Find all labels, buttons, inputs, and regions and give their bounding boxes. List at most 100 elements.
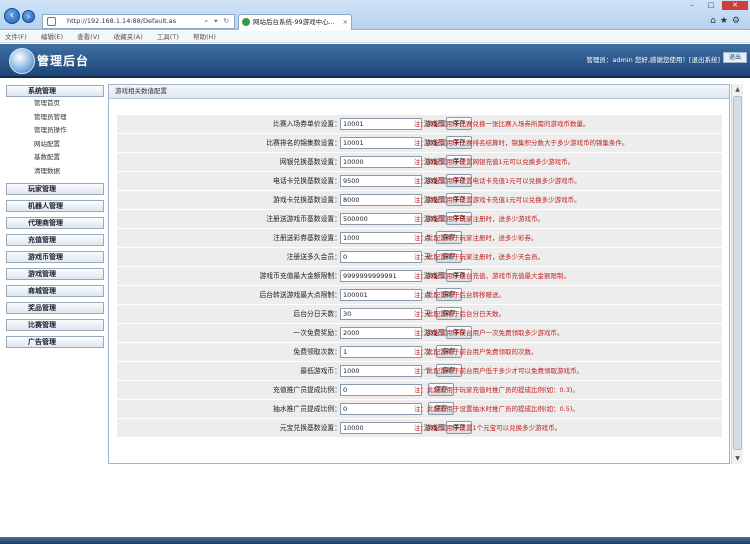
forward-arrow-icon[interactable]: › (22, 10, 35, 23)
config-note: 注：此配置用于设置游戏卡充值1元可以兑换多少游戏币。 (414, 196, 581, 204)
browser-tab[interactable]: 网站后台系统-99游戏中心... × (238, 14, 352, 30)
sidebar-group-system[interactable]: 系统管理 (6, 85, 104, 97)
sidebar-group-ads[interactable]: 广告管理 (6, 336, 104, 348)
config-note: 注：此配置用于比赛兑换一张比赛入场券所需的游戏币数量。 (414, 120, 590, 128)
config-value-input[interactable] (340, 289, 422, 301)
maximize-icon[interactable]: □ (702, 1, 720, 10)
config-row: 注册送多久会员：天保存注：此配置用于玩家注册时，送多少天会员。 (117, 248, 722, 267)
sidebar-group-prizes[interactable]: 奖品管理 (6, 302, 104, 314)
sidebar-group-coins[interactable]: 游戏币管理 (6, 251, 104, 263)
config-note: 注：此配置用于前台用户一次免费领取多少游戏币。 (414, 329, 564, 337)
sidebar-item-home[interactable]: 管理首页 (34, 97, 106, 111)
config-note: 注：此配置用于玩家充值时推广员的提成比例(如：0.3)。 (414, 386, 579, 394)
config-value-input[interactable] (340, 327, 422, 339)
address-bar[interactable]: http://192.168.1.14:88/Default.as ⌕ ▾ ↻ (42, 14, 235, 29)
config-note: 注：此配置用于比赛排名结算时，锦集积分数大于多少游戏币的锦集条件。 (414, 139, 629, 147)
config-value-input[interactable] (340, 232, 422, 244)
sidebar-item-base-config[interactable]: 基数配置 (34, 151, 106, 165)
logout-button[interactable]: 退出 (723, 52, 747, 63)
sidebar-item-clean-data[interactable]: 清理数据 (34, 165, 106, 179)
config-value-input[interactable] (340, 365, 422, 377)
panel-title: 游戏相关数值配置 (109, 85, 729, 99)
config-value-input[interactable] (340, 213, 422, 225)
config-value-input[interactable] (340, 137, 422, 149)
config-note: 注：此配置用于前台用户低于多少才可以免费领取游戏币。 (414, 367, 583, 375)
config-value-input[interactable] (340, 156, 422, 168)
sidebar-group-games[interactable]: 游戏管理 (6, 268, 104, 280)
config-value-input[interactable] (340, 251, 422, 263)
tab-favicon-icon (242, 18, 250, 26)
config-note: 注：此配置用于设置1个元宝可以兑换多少游戏币。 (414, 424, 562, 432)
config-rows: 比赛入场券单价设置：游戏币保存注：此配置用于比赛兑换一张比赛入场券所需的游戏币数… (117, 115, 722, 438)
config-label: 抽水推广员提成比例： (273, 405, 341, 413)
sidebar-group-matches[interactable]: 比赛管理 (6, 319, 104, 331)
config-label: 比赛入场券单价设置： (273, 120, 341, 128)
config-label: 比赛排名的锦集数设置： (266, 139, 341, 147)
sidebar-group-agents[interactable]: 代理商管理 (6, 217, 104, 229)
config-note: 注：此配置用于玩家注册时，送多少游戏币。 (414, 215, 544, 223)
config-row: 比赛入场券单价设置：游戏币保存注：此配置用于比赛兑换一张比赛入场券所需的游戏币数… (117, 115, 722, 134)
config-label: 后台转送游戏最大点限制： (259, 291, 341, 299)
close-icon[interactable]: ✕ (722, 1, 748, 10)
scrollbar-thumb[interactable] (733, 96, 742, 450)
config-note: 注：此配置用于玩家注册时，送多少天会员。 (414, 253, 544, 261)
taskbar (0, 537, 750, 544)
config-label: 注册送游戏币基数设置： (266, 215, 341, 223)
search-refresh-icon[interactable]: ⌕ ▾ ↻ (205, 15, 231, 28)
config-label: 充值推广员提成比例： (273, 386, 341, 394)
config-value-input[interactable] (340, 175, 422, 187)
config-note: 注：此配置用于后台转移赠送。 (414, 291, 505, 299)
sidebar-item-admins[interactable]: 管理员管理 (34, 111, 106, 125)
browser-titlebar: ‹ › http://192.168.1.14:88/Default.as ⌕ … (0, 0, 750, 30)
config-value-input[interactable] (340, 346, 422, 358)
config-row: 后台分日天数：天保存注：此配置用于后台分日天数。 (117, 305, 722, 324)
page-icon (47, 17, 56, 26)
config-note: 注：此配置用于前台用户免费领取的次数。 (414, 348, 538, 356)
vertical-scrollbar[interactable]: ▲ ▼ (731, 84, 743, 464)
menu-favorites[interactable]: 收藏夹(A) (114, 33, 143, 41)
config-row: 游戏币充值最大金额限制：游戏币保存注：此配置用于后台充值，游戏币充值最大金额限制… (117, 267, 722, 286)
menu-view[interactable]: 查看(V) (77, 33, 100, 41)
config-row: 一次免费奖励：游戏币保存注：此配置用于前台用户一次免费领取多少游戏币。 (117, 324, 722, 343)
config-panel: 游戏相关数值配置 比赛入场券单价设置：游戏币保存注：此配置用于比赛兑换一张比赛入… (108, 84, 730, 464)
config-value-input[interactable] (340, 194, 422, 206)
sidebar-group-players[interactable]: 玩家管理 (6, 183, 104, 195)
sidebar-group-recharge[interactable]: 充值管理 (6, 234, 104, 246)
minimize-icon[interactable]: – (683, 1, 701, 10)
config-row: 游戏卡兑换基数设置：游戏币保存注：此配置用于设置游戏卡充值1元可以兑换多少游戏币… (117, 191, 722, 210)
back-arrow-icon[interactable]: ‹ (4, 8, 20, 24)
sidebar-group-robots[interactable]: 机器人管理 (6, 200, 104, 212)
tab-close-icon[interactable]: × (343, 15, 348, 29)
config-row: 免费领取次数：次保存注：此配置用于前台用户免费领取的次数。 (117, 343, 722, 362)
config-note: 注：此配置用于玩家注册时，送多少彩券。 (414, 234, 538, 242)
config-value-input[interactable] (340, 270, 422, 282)
config-note: 注：此配置用于后台分日天数。 (414, 310, 505, 318)
config-row: 注册送游戏币基数设置：游戏币保存注：此配置用于玩家注册时，送多少游戏币。 (117, 210, 722, 229)
config-note: 注：此配置用于后台充值，游戏币充值最大金额限制。 (414, 272, 570, 280)
home-star-gear-icon[interactable]: ⌂★⚙ (710, 16, 744, 26)
sidebar-item-admin-ops[interactable]: 管理员操作 (34, 124, 106, 138)
logo-globe-icon (9, 48, 35, 74)
config-value-input[interactable] (340, 308, 422, 320)
config-label: 一次免费奖励： (293, 329, 341, 337)
sidebar-group-mall[interactable]: 商城管理 (6, 285, 104, 297)
config-label: 注册送多久会员： (286, 253, 341, 261)
menu-file[interactable]: 文件(F) (5, 33, 27, 41)
config-label: 后台分日天数： (293, 310, 341, 318)
browser-menubar: 文件(F) 编辑(E) 查看(V) 收藏夹(A) 工具(T) 帮助(H) (0, 31, 750, 43)
scroll-down-icon[interactable]: ▼ (732, 453, 743, 464)
config-label: 游戏卡兑换基数设置： (273, 196, 341, 204)
config-row: 比赛排名的锦集数设置：游戏币保存注：此配置用于比赛排名结算时，锦集积分数大于多少… (117, 134, 722, 153)
menu-help[interactable]: 帮助(H) (193, 33, 216, 41)
menu-tools[interactable]: 工具(T) (157, 33, 179, 41)
config-value-input[interactable] (340, 118, 422, 130)
menu-edit[interactable]: 编辑(E) (41, 33, 63, 41)
config-note: 注：此配置用于设置抽水时推广员的提成比例(如：0.5)。 (414, 405, 579, 413)
sidebar: 系统管理 管理首页 管理员管理 管理员操作 网站配置 基数配置 清理数据 玩家管… (0, 80, 106, 520)
scroll-up-icon[interactable]: ▲ (732, 84, 743, 95)
sidebar-item-site-config[interactable]: 网站配置 (34, 138, 106, 152)
config-value-input[interactable] (340, 403, 422, 415)
config-value-input[interactable] (340, 422, 422, 434)
config-label: 免费领取次数： (293, 348, 341, 356)
config-value-input[interactable] (340, 384, 422, 396)
